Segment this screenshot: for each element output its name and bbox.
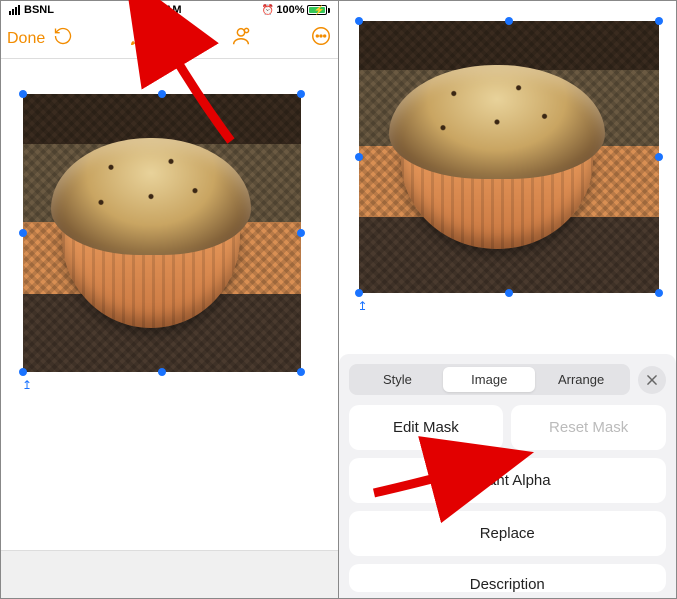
close-icon	[645, 373, 659, 387]
resize-handle[interactable]	[355, 17, 363, 25]
signal-icon	[9, 5, 20, 15]
undo-icon[interactable]	[53, 26, 73, 51]
right-screenshot: ↥ Style Image Arrange Edit Mask Reset Ma…	[339, 1, 677, 598]
close-button[interactable]	[638, 366, 666, 394]
tab-style[interactable]: Style	[352, 367, 444, 392]
format-brush-icon[interactable]	[130, 25, 152, 52]
done-button[interactable]: Done	[7, 30, 45, 48]
selected-image[interactable]: ↥	[23, 94, 301, 372]
more-icon[interactable]	[310, 25, 332, 52]
resize-handle[interactable]	[158, 368, 166, 376]
anchor-indicator: ↥	[358, 299, 368, 313]
clock: 11:19 AM	[134, 4, 181, 16]
resize-handle[interactable]	[655, 289, 663, 297]
resize-handle[interactable]	[655, 17, 663, 25]
resize-handle[interactable]	[505, 17, 513, 25]
editor-canvas-left[interactable]: ↥	[1, 59, 338, 598]
tab-image[interactable]: Image	[443, 367, 535, 392]
format-tabs[interactable]: Style Image Arrange	[349, 364, 631, 395]
muffin-photo	[359, 21, 659, 293]
resize-handle[interactable]	[505, 289, 513, 297]
toolbar: Done	[1, 19, 338, 59]
add-icon[interactable]	[180, 25, 202, 52]
resize-handle[interactable]	[19, 368, 27, 376]
resize-handle[interactable]	[655, 153, 663, 161]
battery-percent: 100%	[276, 4, 304, 16]
description-button[interactable]: Description	[349, 564, 667, 592]
resize-handle[interactable]	[297, 90, 305, 98]
resize-handle[interactable]	[297, 229, 305, 237]
anchor-indicator: ↥	[22, 378, 32, 392]
collaborate-icon[interactable]	[230, 25, 252, 52]
editor-canvas-right[interactable]: ↥ Style Image Arrange Edit Mask Reset Ma…	[339, 1, 677, 598]
selected-image[interactable]: ↥	[359, 21, 659, 293]
edit-mask-button[interactable]: Edit Mask	[349, 405, 504, 450]
muffin-photo	[23, 94, 301, 372]
resize-handle[interactable]	[355, 153, 363, 161]
format-panel: Style Image Arrange Edit Mask Reset Mask…	[339, 354, 677, 598]
alarm-icon: ⏰	[262, 5, 274, 16]
resize-handle[interactable]	[19, 90, 27, 98]
battery-icon: ⚡	[307, 5, 330, 15]
tab-arrange[interactable]: Arrange	[535, 367, 627, 392]
resize-handle[interactable]	[297, 368, 305, 376]
carrier-label: BSNL	[24, 4, 54, 16]
replace-button[interactable]: Replace	[349, 511, 667, 556]
left-screenshot: BSNL 11:19 AM ⏰ 100% ⚡ Done	[1, 1, 339, 598]
instant-alpha-button[interactable]: Instant Alpha	[349, 458, 667, 503]
reset-mask-button: Reset Mask	[511, 405, 666, 450]
resize-handle[interactable]	[19, 229, 27, 237]
status-bar: BSNL 11:19 AM ⏰ 100% ⚡	[1, 1, 338, 19]
resize-handle[interactable]	[158, 90, 166, 98]
keyboard-accessory	[1, 550, 338, 598]
resize-handle[interactable]	[355, 289, 363, 297]
